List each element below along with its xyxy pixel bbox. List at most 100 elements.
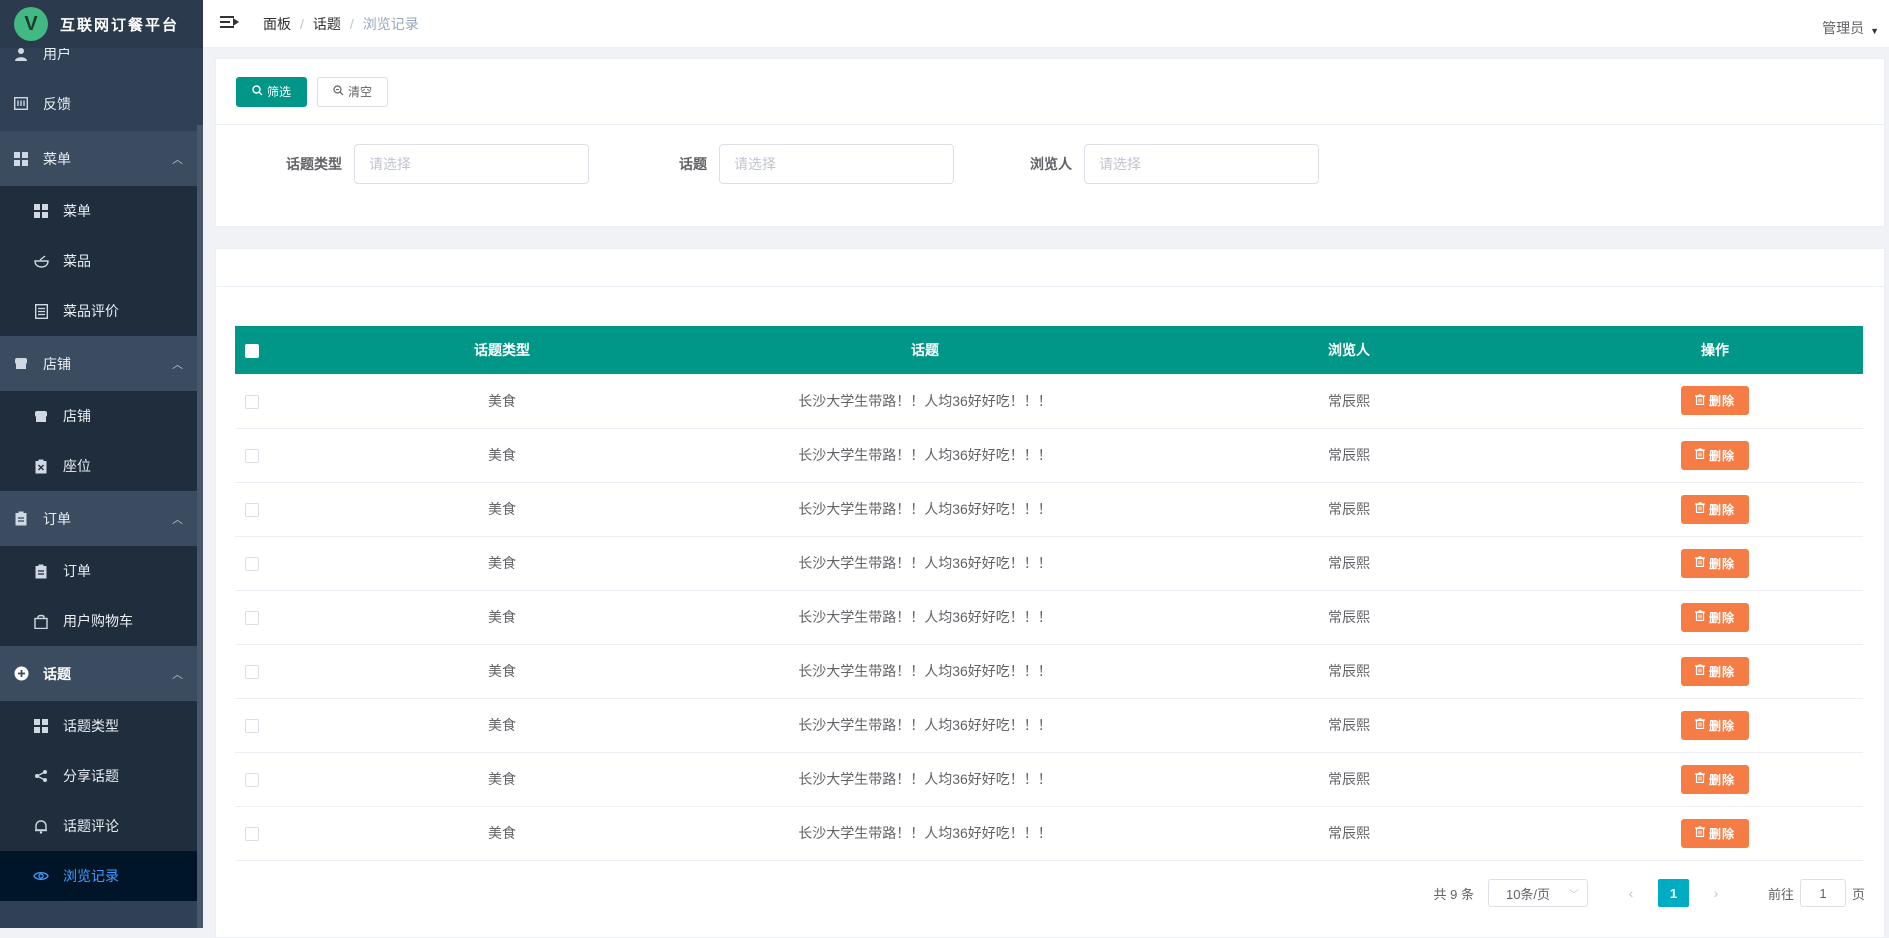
filter-button-label: 筛选 [267,85,292,99]
viewer-select[interactable]: 请选择 [1084,144,1319,184]
next-page-icon[interactable]: › [1701,885,1731,901]
navbar: 面板 / 话题 / 浏览记录 管理员 ▼ [203,0,1889,48]
table-row: 美食 长沙大学生带路！！人均36好好吃！！！ 常辰熙 删除 [235,806,1863,861]
user-name: 管理员 [1822,20,1865,36]
sidebar-item-label: 订单 [43,510,71,527]
sidebar-item-seat[interactable]: 座位 [0,441,203,491]
select-all-checkbox[interactable] [245,344,259,359]
delete-button[interactable]: 删除 [1680,548,1749,578]
row-select-cell [235,590,285,645]
sidebar-item-topic-comment[interactable]: 话题评论 [0,801,203,851]
delete-button[interactable]: 删除 [1680,764,1749,794]
row-checkbox[interactable] [245,394,259,409]
sidebar-group-order[interactable]: 订单 ︿ [0,491,203,546]
hamburger-icon[interactable] [220,15,239,32]
table-row: 美食 长沙大学生带路！！人均36好好吃！！！ 常辰熙 删除 [235,536,1863,591]
topic-label: 话题 [679,156,707,172]
sidebar-item-label: 店铺 [63,408,91,424]
topic-select[interactable]: 请选择 [719,144,954,184]
sidebar-item-browse-history[interactable]: 浏览记录 [0,851,203,901]
delete-button[interactable]: 删除 [1680,440,1749,470]
sidebar-item-share-topic[interactable]: 分享话题 [0,751,203,801]
sidebar-item-order[interactable]: 订单 [0,546,203,596]
delete-button[interactable]: 删除 [1680,710,1749,740]
row-checkbox[interactable] [245,557,259,572]
trash-icon [1694,394,1705,408]
seat-icon [33,458,49,474]
table-row: 美食 长沙大学生带路！！人均36好好吃！！！ 常辰熙 删除 [235,752,1863,807]
row-checkbox[interactable] [245,611,259,626]
cell-topic: 长沙大学生带路！！人均36好好吃！！！ [719,698,1131,753]
logo-bar: V 互联网订餐平台 [0,0,203,48]
cell-actions: 删除 [1567,428,1863,483]
grid-icon [13,151,29,167]
table-row: 美食 长沙大学生带路！！人均36好好吃！！！ 常辰熙 删除 [235,590,1863,645]
topic-type-select[interactable]: 请选择 [354,144,589,184]
breadcrumb-dashboard[interactable]: 面板 [263,14,291,34]
delete-button-label: 删除 [1708,394,1735,409]
sidebar-item-menu[interactable]: 菜单 [0,186,203,236]
cell-topic: 长沙大学生带路！！人均36好好吃！！！ [719,644,1131,699]
column-header-viewer[interactable]: 浏览人 [1131,326,1567,374]
row-select-cell [235,482,285,537]
page-size-select[interactable]: 10条/页 ﹀ [1487,879,1588,907]
sidebar-item-topic-type[interactable]: 话题类型 [0,701,203,751]
delete-button[interactable]: 删除 [1680,386,1749,416]
filter-topic-type: 话题类型 请选择 [216,144,589,184]
row-checkbox[interactable] [245,719,259,734]
grid-icon [33,718,49,734]
row-checkbox[interactable] [245,503,259,518]
row-checkbox[interactable] [245,665,259,680]
sidebar-group-topic[interactable]: 话题 ︿ [0,646,203,701]
shop-icon [33,408,49,424]
sidebar: 用户 反馈 菜单 ︿ 菜单 菜品 菜品评价 店铺 ︿ 店铺 座位 订单 ︿ 订单… [0,0,203,928]
row-checkbox[interactable] [245,449,259,464]
row-select-cell [235,536,285,591]
table-panel: 话题类型 话题 浏览人 操作 美食 长沙大学生带路！！人均36好好吃！！！ 常辰熙删… [215,248,1885,938]
delete-button[interactable]: 删除 [1680,602,1749,632]
sidebar-item-label: 菜单 [63,203,91,219]
column-header-topic[interactable]: 话题 [719,326,1131,374]
cell-actions: 删除 [1567,536,1863,591]
sidebar-item-label: 话题类型 [63,718,119,734]
page-number-current[interactable]: 1 [1657,879,1689,907]
chevron-up-icon: ︿ [172,513,183,526]
clear-button-label: 清空 [348,85,373,99]
breadcrumb-current: 浏览记录 [362,15,419,32]
sidebar-item-feedback[interactable]: 反馈 [0,76,203,131]
cell-topic: 长沙大学生带路！！人均36好好吃！！！ [719,428,1131,483]
clear-button[interactable]: 清空 [317,76,389,107]
filter-button[interactable]: 筛选 [236,76,308,107]
prev-page-icon[interactable]: ‹ [1616,885,1646,901]
sidebar-menu: 用户 反馈 菜单 ︿ 菜单 菜品 菜品评价 店铺 ︿ 店铺 座位 订单 ︿ 订单… [0,32,203,901]
sidebar-item-shop[interactable]: 店铺 [0,391,203,441]
sidebar-item-dish[interactable]: 菜品 [0,236,203,286]
delete-button[interactable]: 删除 [1680,818,1749,848]
bell-icon [33,818,49,834]
column-header-topic-type[interactable]: 话题类型 [285,326,719,374]
row-checkbox[interactable] [245,827,259,842]
topic-type-label: 话题类型 [286,156,342,172]
row-checkbox[interactable] [245,773,259,788]
sidebar-item-dish-review[interactable]: 菜品评价 [0,286,203,336]
sidebar-group-shop[interactable]: 店铺 ︿ [0,336,203,391]
trash-icon [1694,502,1705,516]
breadcrumb-topic[interactable]: 话题 [313,14,341,34]
sidebar-group-menu[interactable]: 菜单 ︿ [0,131,203,186]
goto-page-input[interactable]: 1 [1799,879,1846,907]
sidebar-item-label: 反馈 [43,95,71,112]
sidebar-item-label: 菜品评价 [63,303,119,319]
cell-topic-type: 美食 [285,698,719,753]
sidebar-item-label: 分享话题 [63,768,119,784]
cell-topic-type: 美食 [285,590,719,645]
user-menu[interactable]: 管理员 ▼ [1822,18,1879,38]
logo-icon: V [14,7,48,41]
delete-button[interactable]: 删除 [1680,494,1749,524]
delete-button[interactable]: 删除 [1680,656,1749,686]
cell-topic: 长沙大学生带路！！人均36好好吃！！！ [719,536,1131,591]
cell-viewer: 常辰熙 [1131,428,1567,483]
app-title: 互联网订餐平台 [60,16,180,34]
sidebar-item-cart[interactable]: 用户购物车 [0,596,203,646]
pagination-total: 共 9 条 [1433,886,1474,902]
trash-icon [1694,664,1705,678]
